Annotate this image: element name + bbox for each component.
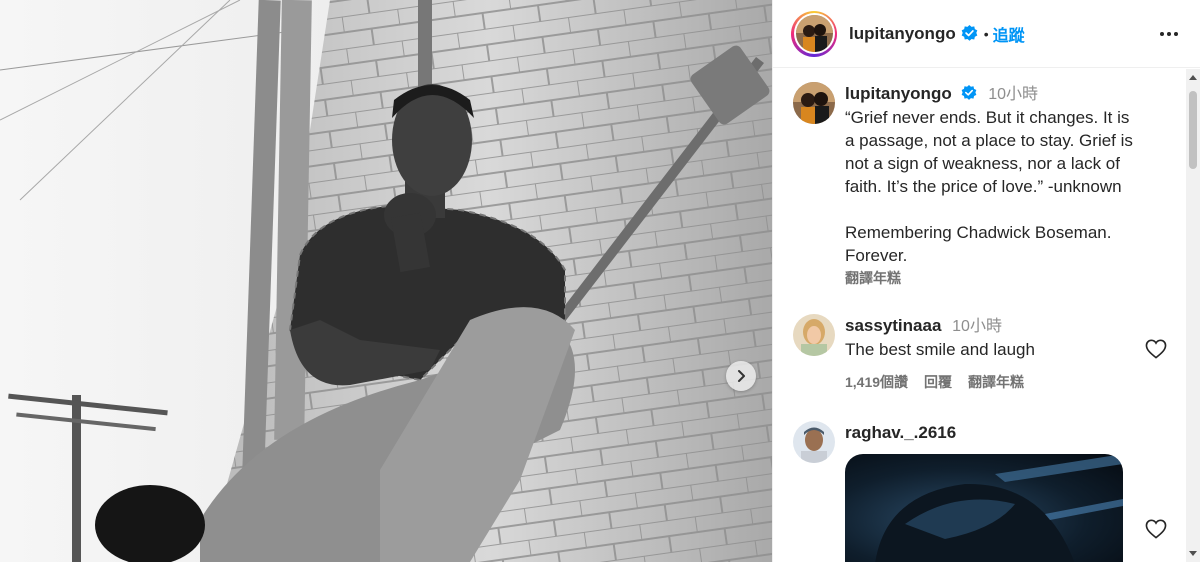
comment-time[interactable]: 10小時 (952, 318, 1002, 335)
instagram-post-modal: lupitanyongo • 追蹤 lupitanyongo 10小時 “Gri… (0, 0, 1200, 562)
comments-scroll-area[interactable]: lupitanyongo 10小時 “Grief never ends. But… (773, 69, 1187, 562)
caption-time[interactable]: 10小時 (988, 86, 1038, 103)
heart-icon[interactable] (1145, 519, 1167, 544)
caption-translate-link[interactable]: 翻譯年糕 (845, 267, 1175, 290)
comment-row: raghav._.2616 (793, 421, 1175, 562)
caption-line: Forever. (845, 246, 908, 265)
next-photo-button[interactable] (726, 361, 756, 391)
post-photo[interactable] (0, 0, 772, 562)
comment-text: The best smile and laugh (845, 340, 1035, 359)
comment-translate-link[interactable]: 翻譯年糕 (968, 371, 1024, 394)
commenter-avatar-picture (793, 314, 835, 356)
avatar-picture (795, 15, 833, 52)
heart-icon[interactable] (1145, 339, 1167, 364)
comment-body: raghav._.2616 (845, 421, 1175, 562)
post-side-panel: lupitanyongo • 追蹤 lupitanyongo 10小時 “Gri… (772, 0, 1200, 562)
caption-row: lupitanyongo 10小時 “Grief never ends. But… (793, 82, 1175, 290)
avatar-image (795, 15, 833, 52)
more-dot (1160, 31, 1164, 36)
follow-button[interactable]: 追蹤 (993, 22, 1025, 46)
scroll-down-arrow-icon[interactable] (1189, 551, 1197, 556)
comment-row: sassytinaaa 10小時 The best smile and laug… (793, 314, 1175, 394)
more-dot (1174, 31, 1178, 36)
more-options-icon[interactable] (1154, 26, 1184, 42)
separator-dot: • (983, 25, 989, 42)
caption-avatar-picture (793, 82, 835, 124)
caption-line: not a sign of weakness, nor a lack of (845, 154, 1120, 173)
caption-line: Remembering Chadwick Boseman. (845, 223, 1112, 242)
comment-image[interactable] (845, 454, 1123, 562)
more-dot (1167, 31, 1171, 36)
comment-image-picture (875, 454, 1123, 562)
caption-body: lupitanyongo 10小時 “Grief never ends. But… (845, 82, 1175, 290)
caption-line-blank (845, 198, 1175, 221)
scrollbar-thumb[interactable] (1189, 91, 1197, 169)
caption-line: “Grief never ends. But it changes. It is (845, 108, 1130, 127)
comment-username[interactable]: sassytinaaa (845, 316, 941, 335)
caption-username[interactable]: lupitanyongo (845, 84, 952, 103)
comment-header: raghav._.2616 (845, 421, 1175, 444)
reply-button[interactable]: 回覆 (924, 371, 952, 394)
comments-scrollbar[interactable] (1186, 69, 1200, 562)
author-username[interactable]: lupitanyongo (849, 24, 956, 44)
comment-body: sassytinaaa 10小時 The best smile and laug… (845, 314, 1175, 394)
commenter-avatar[interactable] (793, 314, 835, 356)
avatar-frame (793, 13, 835, 54)
commenter-avatar[interactable] (793, 421, 835, 463)
author-avatar[interactable] (791, 10, 837, 57)
scroll-up-arrow-icon[interactable] (1189, 75, 1197, 80)
verified-badge-icon (961, 25, 978, 42)
comment-actions: 1,419個讚 回覆 翻譯年糕 (845, 371, 1175, 394)
caption-avatar[interactable] (793, 82, 835, 124)
comment-username[interactable]: raghav._.2616 (845, 423, 956, 442)
comment-likes[interactable]: 1,419個讚 (845, 371, 908, 394)
comment-header: sassytinaaa 10小時 (845, 314, 1175, 338)
commenter-avatar-picture (793, 421, 835, 463)
photo-illustration (0, 0, 772, 562)
post-header: lupitanyongo • 追蹤 (773, 0, 1200, 68)
verified-badge-icon (961, 85, 977, 101)
chevron-right-icon (738, 370, 745, 382)
caption-line: faith. It’s the price of love.” -unknown (845, 177, 1122, 196)
caption-header: lupitanyongo 10小時 (845, 82, 1175, 106)
caption-line: a passage, not a place to stay. Grief is (845, 131, 1133, 150)
